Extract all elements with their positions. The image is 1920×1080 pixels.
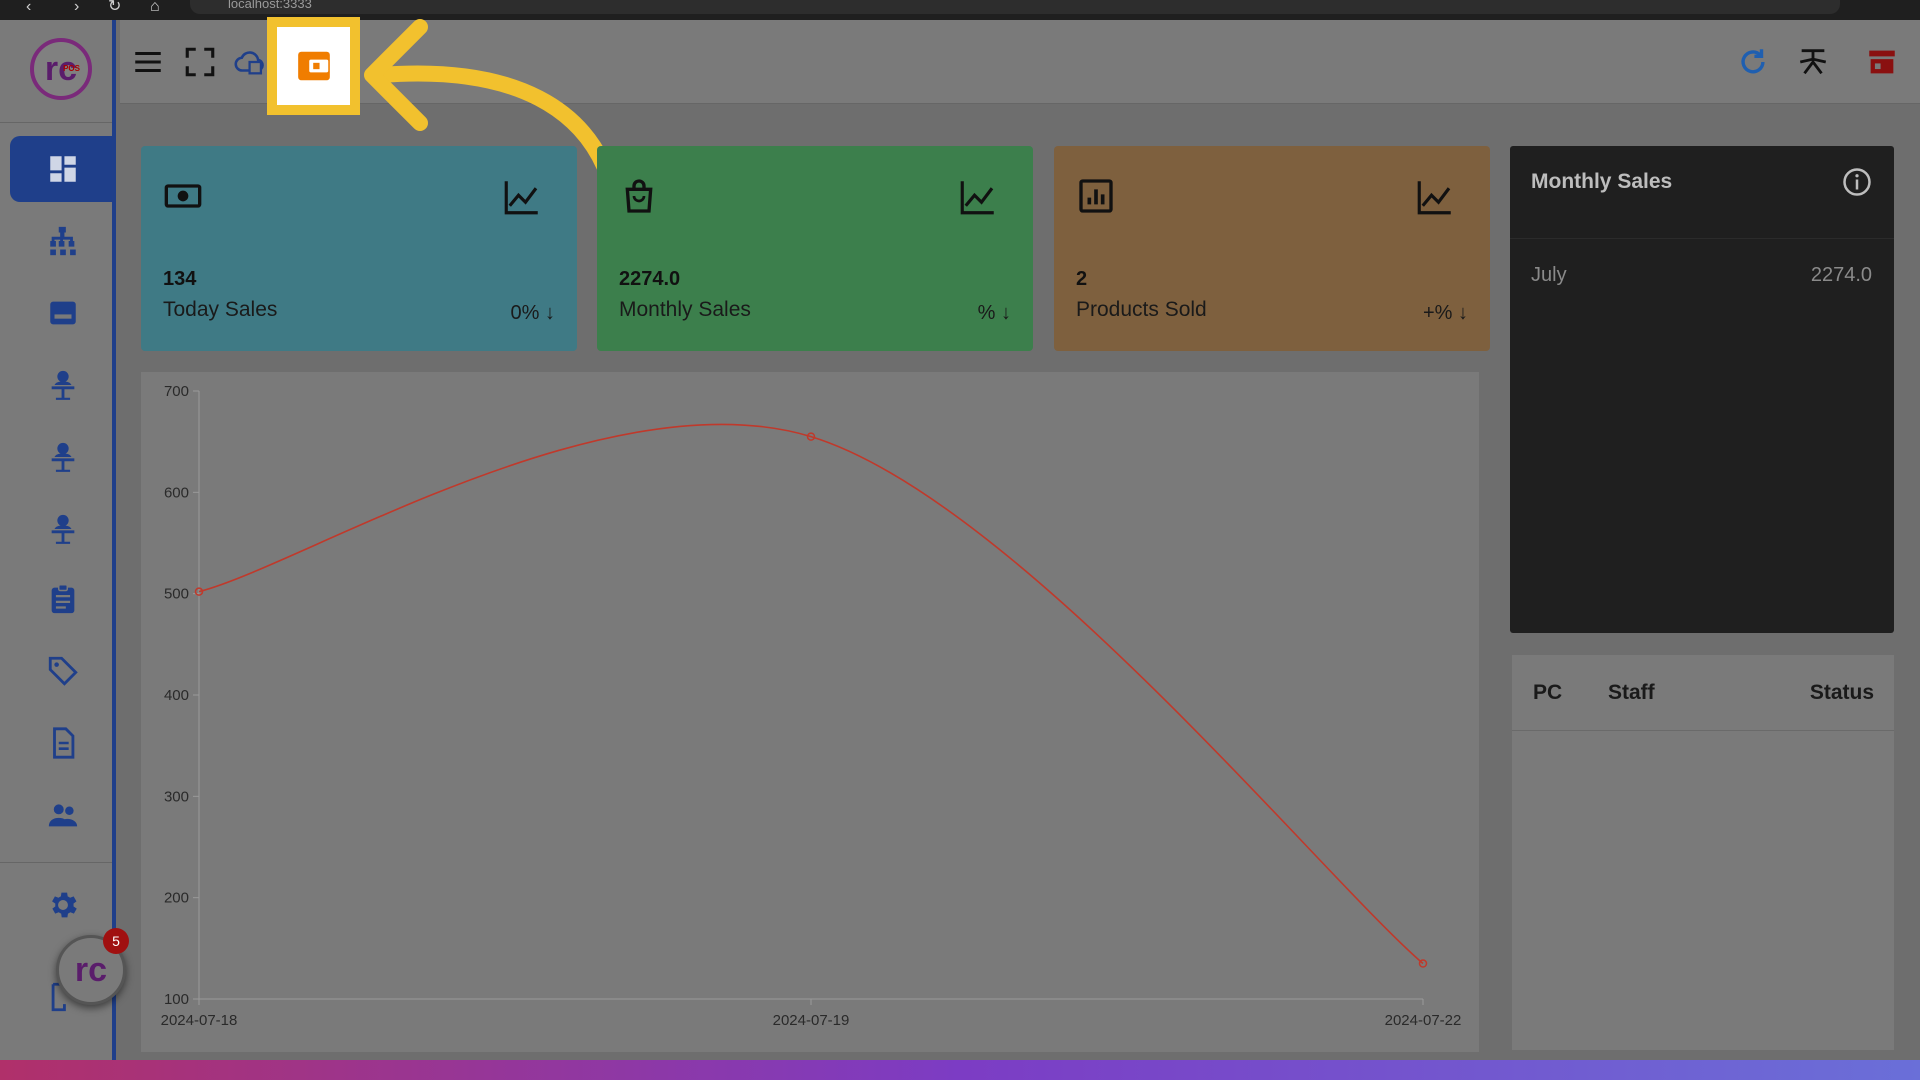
shopping-bag-icon: [625, 179, 653, 213]
series-line: [198, 423, 1424, 965]
x-tick-label: 2024-07-18: [161, 1012, 238, 1029]
month-value: 2274.0: [1810, 264, 1872, 286]
month-label: July: [1531, 264, 1567, 286]
sidebar-item-user-1[interactable]: [10, 352, 116, 418]
panel-divider: [1510, 238, 1894, 239]
bar-chart-icon: [1079, 179, 1113, 213]
y-tick-label: 500: [164, 586, 189, 603]
y-tick-label: 300: [164, 788, 189, 805]
staff-status-table: PC Staff Status: [1512, 655, 1894, 1050]
sidebar-item-dashboard[interactable]: [10, 136, 116, 202]
document-icon: [53, 727, 75, 759]
y-tick-label: 600: [164, 484, 189, 501]
sales-line-chart: 100 200 300 400 500 600 700 2024-07-18 2024-07-1…: [161, 383, 1462, 1029]
user-desk-icon: [51, 370, 75, 400]
shop-button[interactable]: [1862, 42, 1902, 82]
sitemap-icon: [50, 226, 76, 256]
cloud-register-icon: [234, 51, 264, 75]
home-icon[interactable]: ⌂: [150, 0, 160, 15]
info-icon[interactable]: [1842, 167, 1872, 197]
monthly-sales-card[interactable]: 2274.0 Monthly Sales % ↓: [597, 146, 1033, 351]
clipboard-icon: [51, 584, 75, 614]
gear-icon: [52, 892, 77, 918]
trend-icon: [960, 181, 994, 215]
fullscreen-icon: [185, 47, 215, 77]
refresh-button[interactable]: [1733, 42, 1773, 82]
cloud-sync-button[interactable]: [231, 42, 271, 82]
menu-button[interactable]: [128, 42, 168, 82]
sidebar-item-settings[interactable]: [10, 872, 116, 938]
sidebar-item-documents[interactable]: [10, 710, 116, 776]
store-icon: [50, 301, 76, 325]
forward-icon[interactable]: ›: [74, 0, 79, 15]
card-value: 2274.0: [619, 268, 681, 290]
back-icon[interactable]: ‹: [26, 0, 31, 15]
column-header-staff[interactable]: Staff: [1608, 681, 1655, 705]
x-tick-label: 2024-07-22: [1385, 1012, 1462, 1029]
y-tick-label: 100: [164, 991, 189, 1008]
sidebar: rc POS: [0, 20, 116, 1060]
sidebar-item-user-3[interactable]: [10, 496, 116, 562]
sidebar-item-user-2[interactable]: [10, 424, 116, 490]
logo-subtext: POS: [63, 64, 80, 73]
sidebar-divider: [0, 862, 112, 863]
card-value: 134: [163, 268, 197, 290]
trend-icon: [1417, 181, 1451, 215]
dashboard-icon: [50, 156, 76, 182]
sidebar-item-store[interactable]: [10, 280, 116, 346]
card-label: Monthly Sales: [619, 298, 751, 321]
url-text: localhost:3333: [228, 0, 312, 11]
trend-icon: [504, 181, 538, 215]
cash-drawer-button[interactable]: [267, 17, 360, 115]
reload-icon[interactable]: ↻: [108, 0, 121, 15]
card-label: Products Sold: [1076, 298, 1207, 321]
card-change: % ↓: [977, 302, 1011, 324]
dispatch-button[interactable]: [1793, 42, 1833, 82]
card-value: 2: [1076, 268, 1088, 290]
user-desk-icon: [51, 514, 75, 544]
table-header: PC Staff Status: [1512, 655, 1894, 731]
money-icon: [164, 184, 202, 208]
sidebar-item-clipboard[interactable]: [10, 566, 116, 632]
brand-logo[interactable]: rc POS: [30, 38, 92, 100]
y-tick-label: 200: [164, 890, 189, 907]
sidebar-item-structure[interactable]: [10, 208, 116, 274]
sales-chart: 100 200 300 400 500 600 700 2024-07-18 2024-07-1…: [141, 372, 1479, 1052]
card-label: Today Sales: [163, 298, 278, 321]
fab-logo-text: rc: [74, 950, 108, 989]
floating-logo-button[interactable]: rc 5: [56, 928, 129, 1005]
card-change: +% ↓: [1422, 302, 1468, 324]
sidebar-item-tags[interactable]: [10, 638, 116, 704]
hamburger-icon: [135, 51, 161, 73]
column-header-pc[interactable]: PC: [1533, 681, 1562, 705]
panel-title: Monthly Sales: [1531, 170, 1673, 193]
fullscreen-button[interactable]: [180, 42, 220, 82]
products-sold-card[interactable]: 2 Products Sold +% ↓: [1054, 146, 1490, 351]
shop-icon: [1869, 50, 1895, 74]
user-desk-icon: [51, 442, 75, 472]
card-change: 0% ↓: [510, 302, 555, 324]
data-point[interactable]: [1418, 959, 1428, 968]
wallet-icon: [297, 51, 330, 81]
bottom-gradient-bar: [0, 1060, 1920, 1080]
today-sales-card[interactable]: 134 Today Sales 0% ↓: [141, 146, 577, 351]
users-icon: [48, 804, 78, 827]
y-tick-label: 400: [164, 687, 189, 704]
sidebar-divider: [0, 122, 112, 123]
sidebar-item-users[interactable]: [10, 782, 116, 848]
monthly-sales-panel: Monthly Sales July 2274.0: [1510, 146, 1894, 633]
column-header-status[interactable]: Status: [1810, 681, 1874, 705]
scale-icon: [1799, 49, 1827, 75]
tag-icon: [48, 656, 78, 686]
y-tick-label: 700: [164, 383, 189, 400]
address-bar[interactable]: [190, 0, 1840, 14]
x-tick-label: 2024-07-19: [773, 1012, 850, 1029]
refresh-icon: [1741, 49, 1765, 74]
notification-badge: 5: [103, 928, 129, 954]
